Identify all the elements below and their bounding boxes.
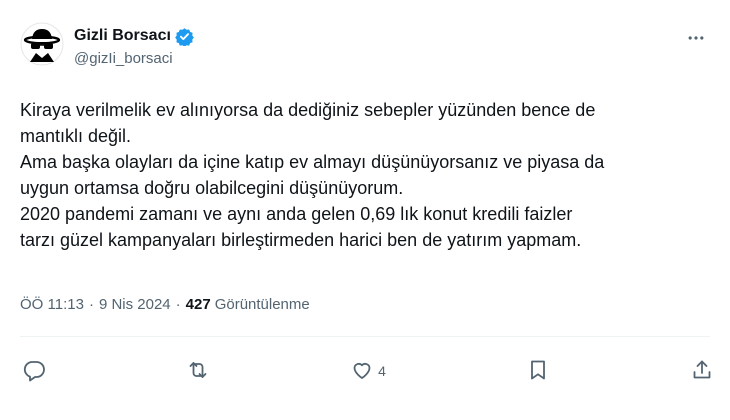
like-count: 4	[378, 363, 386, 379]
heart-icon	[350, 358, 374, 385]
meta-separator: ·	[88, 296, 94, 313]
tweet-meta: ÖÖ 11:13 · 9 Nis 2024 · 427 Görüntülenme	[20, 296, 310, 313]
reply-icon	[22, 358, 46, 385]
spy-avatar-icon[interactable]	[20, 22, 64, 66]
retweet-button[interactable]	[186, 358, 210, 385]
user-handle[interactable]: @gizIi_borsaci	[74, 50, 194, 67]
tweet-time[interactable]: ÖÖ 11:13	[20, 296, 84, 313]
action-bar: 4	[22, 356, 714, 386]
meta-separator: ·	[175, 296, 181, 313]
share-icon	[690, 358, 714, 385]
views-count: 427	[185, 296, 211, 313]
tweet-header: Gizli Borsacı @gizIi_borsaci	[20, 20, 710, 76]
share-button[interactable]	[690, 358, 714, 385]
reply-button[interactable]	[22, 358, 46, 385]
like-button[interactable]: 4	[350, 358, 386, 385]
retweet-icon	[186, 358, 210, 385]
verified-badge-icon	[175, 27, 194, 47]
more-icon[interactable]	[684, 26, 708, 50]
display-name[interactable]: Gizli Borsacı	[74, 27, 171, 45]
tweet-date[interactable]: 9 Nis 2024	[99, 296, 171, 313]
tweet-text: Kiraya verilmelik ev alınıyorsa da dediğ…	[20, 100, 605, 250]
bookmark-button[interactable]	[526, 358, 550, 385]
divider	[20, 336, 710, 337]
views-label: Görüntülenme	[214, 296, 310, 313]
user-names: Gizli Borsacı @gizIi_borsaci	[74, 26, 194, 67]
bookmark-icon	[526, 358, 550, 385]
